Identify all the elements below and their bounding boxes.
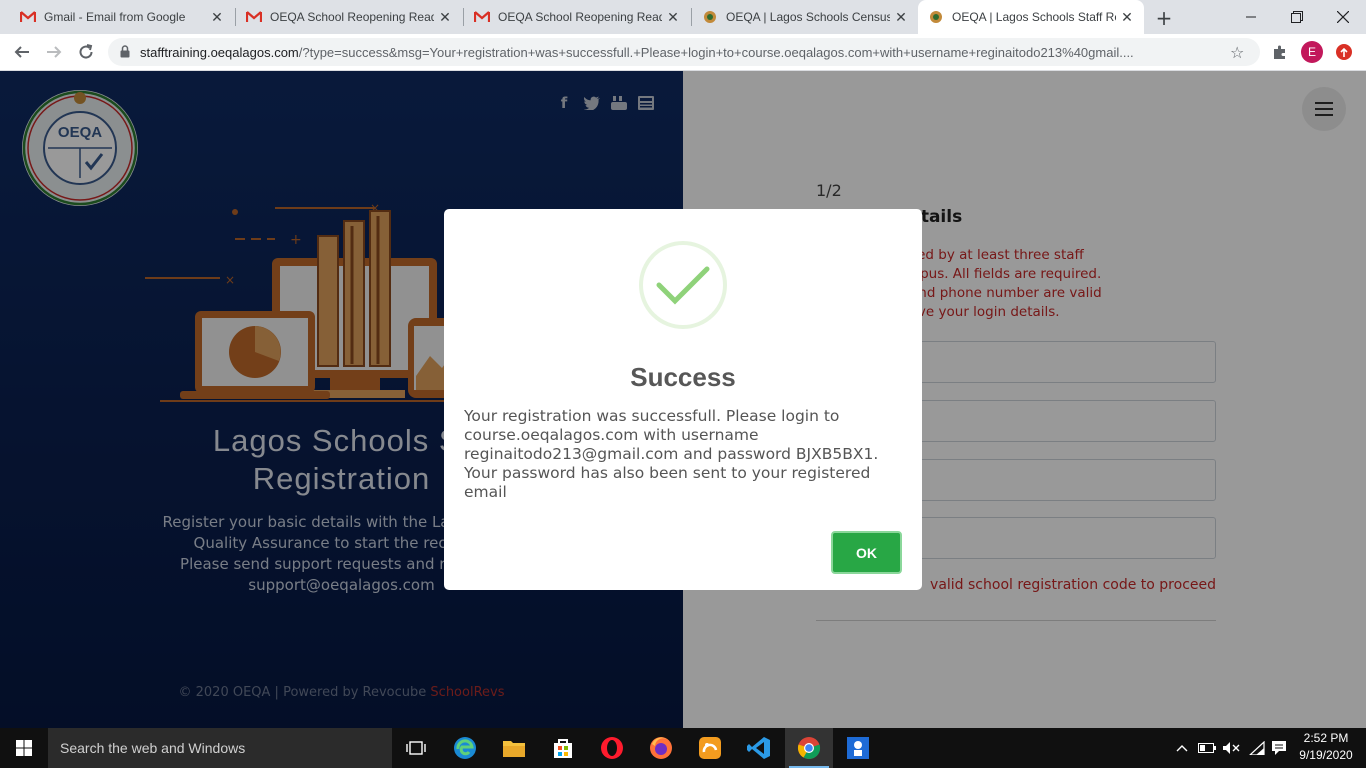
profile-avatar[interactable]: E	[1301, 41, 1323, 63]
firefox-icon[interactable]	[637, 728, 685, 768]
browser-tab-gmail[interactable]: Gmail - Email from Google ✕	[0, 0, 234, 34]
wifi-icon[interactable]	[1246, 728, 1268, 768]
reload-icon	[79, 44, 93, 59]
edge-browser-icon[interactable]	[441, 728, 489, 768]
arrow-left-icon	[14, 46, 29, 58]
url-path: /?type=success&msg=Your+registration+was…	[298, 44, 1134, 60]
close-icon[interactable]: ✕	[662, 9, 684, 26]
close-icon[interactable]: ✕	[1116, 9, 1138, 26]
chevron-up-icon[interactable]	[1172, 728, 1192, 768]
browser-tab-oeqa-reopening-2[interactable]: OEQA School Reopening Readi ✕	[464, 0, 690, 34]
forward-button[interactable]	[40, 38, 68, 66]
arrow-right-icon	[47, 46, 62, 58]
battery-icon[interactable]	[1196, 728, 1218, 768]
lagos-crest-icon	[928, 9, 944, 25]
gmail-icon	[474, 9, 490, 25]
notifications-icon[interactable]	[1268, 728, 1290, 768]
task-view-icon[interactable]	[392, 728, 440, 768]
file-explorer-icon[interactable]	[490, 728, 538, 768]
system-clock[interactable]: 2:52 PM 9/19/2020	[1294, 730, 1358, 764]
address-bar[interactable]: stafftraining.oeqalagos.com/?type=succes…	[108, 38, 1260, 66]
restore-button[interactable]	[1274, 0, 1320, 34]
gmail-icon	[246, 9, 262, 25]
volume-muted-icon[interactable]	[1220, 728, 1242, 768]
taskbar-search-box[interactable]: Search the web and Windows	[48, 728, 392, 768]
tab-title: OEQA | Lagos Schools Census	[726, 10, 890, 24]
star-icon[interactable]: ☆	[1230, 43, 1244, 62]
dialog-title: Success	[630, 362, 736, 392]
tab-title: OEQA School Reopening Readi	[270, 10, 434, 24]
tab-title: OEQA School Reopening Readi	[498, 10, 662, 24]
close-icon[interactable]: ✕	[206, 9, 228, 26]
lock-icon	[120, 43, 130, 62]
extensions-button[interactable]	[1266, 38, 1294, 66]
back-button[interactable]	[8, 38, 36, 66]
minimize-button[interactable]	[1228, 0, 1274, 34]
windows-icon	[16, 740, 32, 756]
gmail-icon	[20, 9, 36, 25]
ok-button[interactable]: OK	[831, 531, 902, 574]
windows-taskbar: Search the web and Windows 2:52 PM 9/19/…	[0, 728, 1366, 768]
success-dialog: Success Your registration was successful…	[444, 209, 922, 590]
app-active-icon[interactable]	[834, 728, 882, 768]
puzzle-icon	[1274, 45, 1285, 59]
browser-tab-staff-registration[interactable]: OEQA | Lagos Schools Staff Re ✕	[918, 0, 1144, 34]
opera-icon[interactable]	[588, 728, 636, 768]
chrome-icon[interactable]	[785, 728, 833, 768]
browser-toolbar: stafftraining.oeqalagos.com/?type=succes…	[0, 34, 1366, 71]
tab-title: OEQA | Lagos Schools Staff Re	[952, 10, 1116, 24]
browser-tab-census[interactable]: OEQA | Lagos Schools Census ✕	[692, 0, 918, 34]
url-host: stafftraining.oeqalagos.com	[140, 44, 299, 60]
update-icon[interactable]	[1336, 44, 1352, 60]
close-window-button[interactable]	[1320, 0, 1366, 34]
clock-time: 2:52 PM	[1303, 731, 1349, 745]
clock-date: 9/19/2020	[1299, 748, 1353, 762]
store-icon[interactable]	[539, 728, 587, 768]
lagos-crest-icon	[702, 9, 718, 25]
uc-browser-icon[interactable]	[686, 728, 734, 768]
browser-tab-oeqa-reopening-1[interactable]: OEQA School Reopening Readi ✕	[236, 0, 462, 34]
new-tab-button[interactable]: +	[1150, 4, 1178, 32]
close-icon[interactable]: ✕	[890, 9, 912, 26]
close-icon[interactable]: ✕	[434, 9, 456, 26]
vscode-icon[interactable]	[735, 728, 783, 768]
success-check-icon	[639, 241, 727, 329]
tab-title: Gmail - Email from Google	[44, 10, 186, 24]
url-text[interactable]: stafftraining.oeqalagos.com/?type=succes…	[140, 45, 1230, 60]
reload-button[interactable]	[72, 38, 100, 66]
start-button[interactable]	[0, 728, 48, 768]
browser-tab-strip: Gmail - Email from Google ✕ OEQA School …	[0, 0, 1366, 34]
dialog-message: Your registration was successfull. Pleas…	[464, 407, 879, 501]
